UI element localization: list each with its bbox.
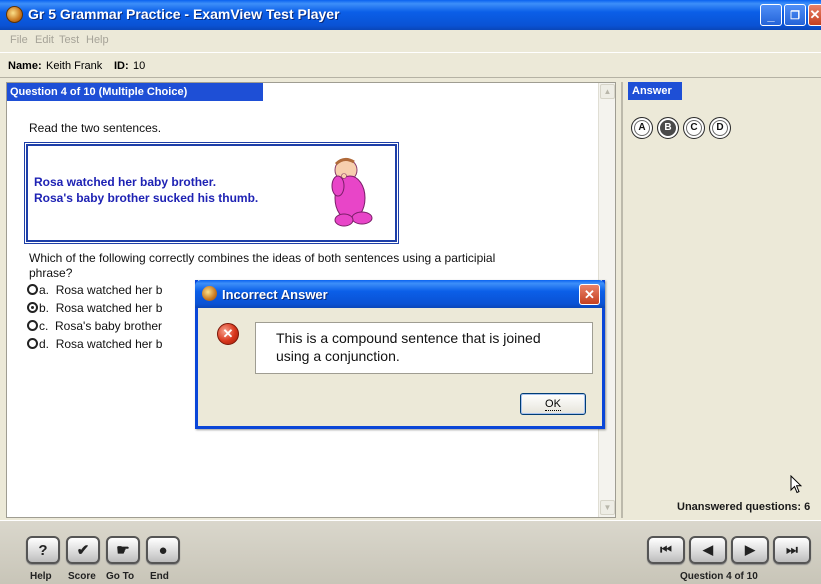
- last-question-button[interactable]: ⏭: [773, 536, 811, 564]
- question-header: Question 4 of 10 (Multiple Choice): [7, 83, 263, 101]
- answer-choice-d[interactable]: D: [709, 117, 731, 139]
- radio-c[interactable]: [27, 320, 38, 331]
- id-label: ID:: [114, 60, 129, 72]
- pointing-hand-icon: ☛: [116, 542, 130, 559]
- scroll-down-icon[interactable]: ▼: [600, 500, 615, 515]
- dialog-title-bar[interactable]: Incorrect Answer ✕: [195, 280, 605, 308]
- menu-edit[interactable]: Edit: [35, 34, 54, 46]
- baby-clipart: [331, 157, 373, 227]
- question-counter: Question 4 of 10: [680, 571, 758, 582]
- menu-test[interactable]: Test: [59, 34, 79, 46]
- error-icon: ✕: [217, 323, 239, 345]
- next-icon: ▶: [745, 542, 755, 557]
- name-label: Name:: [8, 60, 42, 72]
- question-stem-line-2: phrase?: [29, 266, 73, 280]
- stop-icon: ●: [158, 541, 168, 559]
- passage-line-1: Rosa watched her baby brother.: [34, 175, 217, 189]
- window-title: Gr 5 Grammar Practice - ExamView Test Pl…: [28, 6, 340, 22]
- answer-choice-c[interactable]: C: [683, 117, 705, 139]
- menu-help[interactable]: Help: [86, 34, 109, 46]
- answer-choice-a[interactable]: A: [631, 117, 653, 139]
- title-bar[interactable]: Gr 5 Grammar Practice - ExamView Test Pl…: [0, 0, 821, 30]
- skip-first-icon: ⏮: [660, 542, 672, 557]
- question-prompt: Read the two sentences.: [29, 121, 162, 135]
- option-a[interactable]: a. Rosa watched her b: [27, 283, 162, 297]
- incorrect-answer-dialog: Incorrect Answer ✕ ✕ This is a compound …: [195, 280, 605, 429]
- question-stem-line-1: Which of the following correctly combine…: [29, 251, 496, 265]
- scroll-up-icon[interactable]: ▲: [600, 84, 615, 99]
- answer-header: Answer: [628, 82, 682, 100]
- radio-a[interactable]: [27, 284, 38, 295]
- student-id: 10: [133, 60, 146, 72]
- examview-window: Gr 5 Grammar Practice - ExamView Test Pl…: [0, 0, 821, 584]
- previous-question-button[interactable]: ◀: [689, 536, 727, 564]
- radio-b[interactable]: [27, 302, 38, 313]
- maximize-button[interactable]: ❐: [784, 4, 806, 26]
- goto-button[interactable]: ☛: [106, 536, 140, 564]
- menu-bar: File Edit Test Help: [0, 30, 821, 50]
- question-mark-icon: ?: [38, 541, 48, 559]
- option-c[interactable]: c. Rosa's baby brother: [27, 319, 162, 333]
- dialog-title: Incorrect Answer: [222, 287, 328, 302]
- menu-file[interactable]: File: [10, 34, 28, 46]
- goto-label: Go To: [106, 571, 135, 582]
- app-icon: [6, 6, 23, 23]
- unanswered-count: Unanswered questions: 6: [677, 501, 811, 513]
- skip-last-icon: ⏭: [786, 542, 798, 557]
- close-button[interactable]: ✕: [808, 4, 821, 26]
- student-name: Keith Frank: [46, 60, 103, 72]
- end-button[interactable]: ●: [146, 536, 180, 564]
- score-button[interactable]: ✔: [66, 536, 100, 564]
- next-question-button[interactable]: ▶: [731, 536, 769, 564]
- dialog-message: This is a compound sentence that is join…: [255, 322, 593, 374]
- help-label: Help: [30, 571, 52, 582]
- ok-button[interactable]: OK: [520, 393, 586, 415]
- score-label: Score: [68, 571, 96, 582]
- dialog-message-line-1: This is a compound sentence that is join…: [276, 330, 541, 346]
- radio-d[interactable]: [27, 338, 38, 349]
- first-question-button[interactable]: ⏮: [647, 536, 685, 564]
- mouse-pointer-icon: [790, 475, 802, 494]
- previous-icon: ◀: [703, 542, 713, 557]
- passage-box: Rosa watched her baby brother. Rosa's ba…: [24, 142, 399, 244]
- answer-choice-b[interactable]: B: [657, 117, 679, 139]
- dialog-app-icon: [202, 286, 217, 301]
- passage-line-2: Rosa's baby brother sucked his thumb.: [34, 191, 259, 205]
- dialog-close-button[interactable]: ✕: [579, 284, 600, 305]
- option-b[interactable]: b. Rosa watched her b: [27, 301, 162, 315]
- answer-pane: Answer A B C D Unanswered questions: 6: [621, 82, 821, 518]
- dialog-message-line-2: using a conjunction.: [276, 348, 400, 364]
- ok-button-label: OK: [545, 398, 561, 411]
- student-info-bar: Name: Keith Frank ID: 10: [0, 52, 821, 78]
- option-d[interactable]: d. Rosa watched her b: [27, 337, 162, 351]
- minimize-button[interactable]: _: [760, 4, 782, 26]
- checkmark-icon: ✔: [76, 542, 90, 559]
- end-label: End: [150, 571, 169, 582]
- help-button[interactable]: ?: [26, 536, 60, 564]
